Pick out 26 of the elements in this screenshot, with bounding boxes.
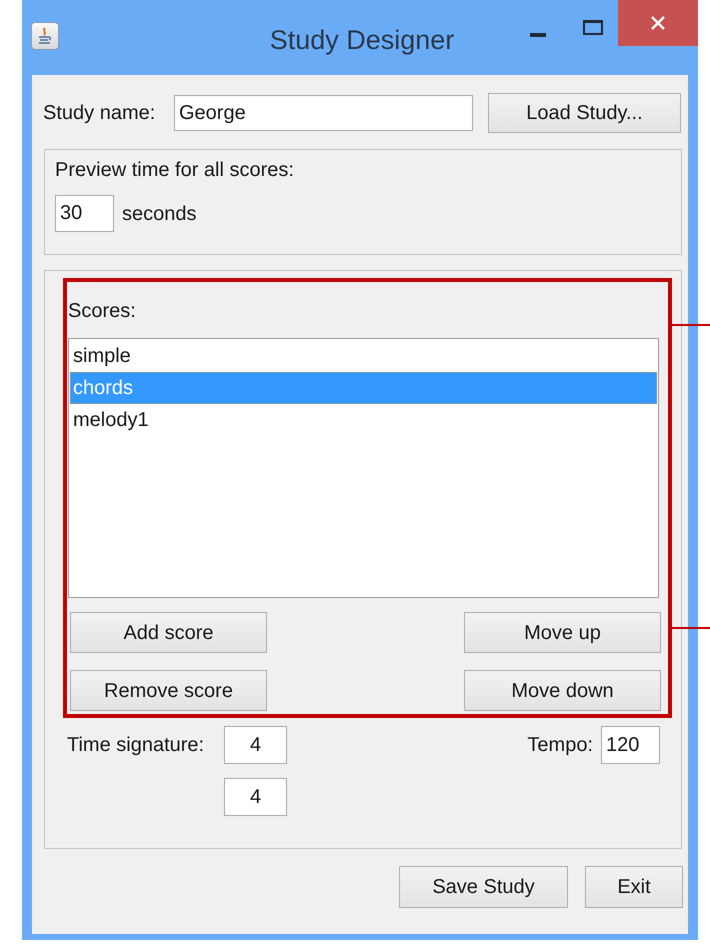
field-label: Tempo: [527,733,593,758]
group-label: Preview time for all scores: [55,159,294,181]
scores-list[interactable]: simple chords melody1 [68,338,659,598]
time-signature-field[interactable]: 4 [224,778,287,816]
field-label: Time signature: [67,733,206,758]
close-icon [650,15,666,31]
score-button[interactable]: Move down [464,670,661,711]
score-button[interactable]: Remove score [70,670,267,711]
maximize-button[interactable] [583,20,603,35]
close-button[interactable] [618,0,698,46]
list-label: Scores: [68,300,136,322]
exit-button[interactable]: Exit [585,866,683,908]
preview-time-field[interactable]: 30 [55,195,114,232]
tempo-field[interactable]: 120 [601,726,660,764]
list-item[interactable]: simple [70,340,657,372]
study-name-field[interactable]: George [174,95,473,131]
unit-label: seconds [122,202,196,226]
time-signature-field[interactable]: 4 [224,726,287,764]
load-study-button[interactable]: Load Study... [488,93,681,133]
score-button[interactable]: Add score [70,612,267,653]
field-label: Study name: [43,101,156,126]
window-title: Study Designer [268,24,456,57]
score-button[interactable]: Move up [464,612,661,653]
save-study-button[interactable]: Save Study [399,866,568,908]
app-icon [31,22,59,50]
list-item[interactable]: melody1 [70,404,657,436]
